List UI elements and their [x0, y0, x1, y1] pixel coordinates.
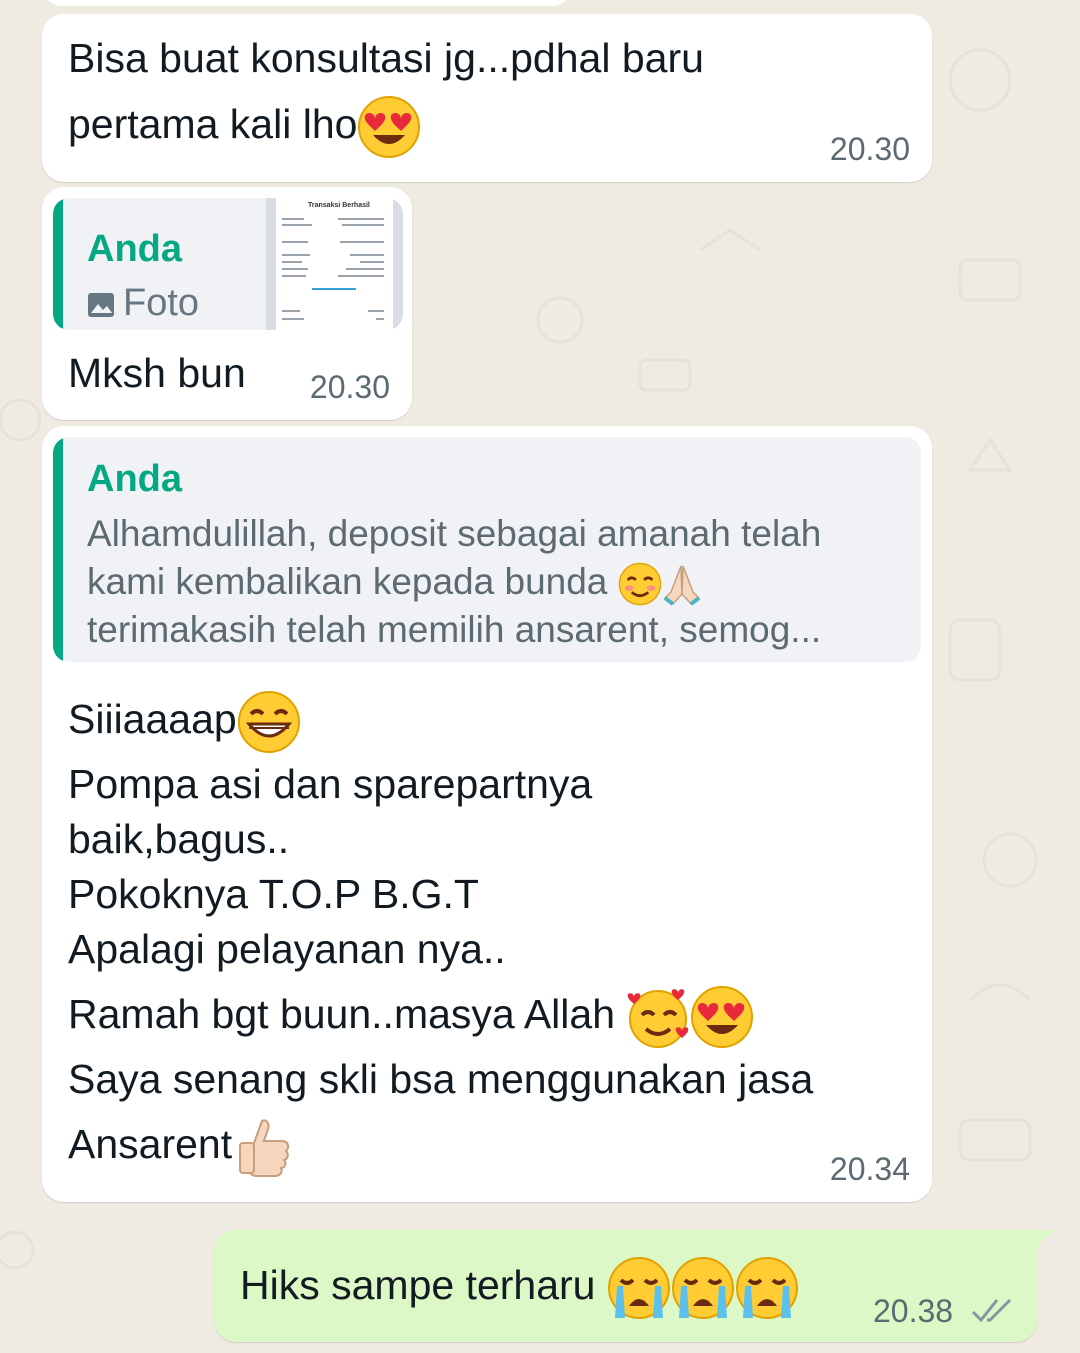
praying-hands-emoji-icon: [663, 565, 700, 606]
crying-emoji-icon: [607, 1257, 670, 1320]
reply-quote[interactable]: Anda Foto Transaksi Berhasil: [53, 198, 403, 330]
reply-accent-bar: [53, 437, 63, 662]
bubble-tail: [1033, 1230, 1055, 1250]
message-line: Bisa buat konsultasi jg...pdhal baru: [68, 35, 704, 81]
smiling-blush-emoji-icon: [618, 562, 661, 606]
reply-text-line: terimakasih telah memilih ansarent, semo…: [87, 609, 822, 650]
message-bubble[interactable]: Bisa buat konsultasi jg...pdhal baru per…: [42, 14, 932, 182]
message-line: Hiks sampe terharu: [240, 1252, 799, 1320]
message-time: 20.38: [873, 1293, 954, 1329]
message-time: 20.30: [309, 369, 390, 405]
message-line-text: Siiiaaaap: [68, 696, 237, 742]
message-line-text: Ramah bgt buun..masya Allah: [68, 991, 615, 1037]
heart-eyes-emoji-icon: [358, 96, 421, 159]
reply-text-line-text: kami kembalikan kepada bunda: [87, 561, 608, 602]
photo-icon: [88, 293, 114, 317]
thumbnail-title: Transaksi Berhasil: [308, 202, 370, 209]
message-bubble[interactable]: Anda Foto Transaksi Berhasil Mksh bun 20…: [42, 187, 412, 420]
crying-emoji-icon: [735, 1257, 798, 1320]
message-line: Saya senang skli bsa menggunakan jasa: [68, 1056, 814, 1102]
message-line: pertama kali lho: [68, 91, 421, 159]
smiling-hearts-emoji-icon: [628, 989, 689, 1049]
heart-eyes-emoji-icon: [691, 986, 754, 1049]
reply-text-line: kami kembalikan kepada bunda: [87, 558, 702, 606]
message-time: 20.30: [829, 131, 910, 167]
previous-message-edge: [42, 0, 572, 6]
message-line-text: Ansarent: [68, 1121, 233, 1167]
message-line: Siiiaaaap: [68, 686, 301, 754]
message-line-text: pertama kali lho: [68, 101, 358, 147]
reply-text-line: Alhamdulillah, deposit sebagai amanah te…: [87, 513, 822, 554]
read-receipt-ticks-icon: [971, 1298, 1012, 1323]
message-line: Ansarent: [68, 1111, 296, 1179]
message-line-text: Hiks sampe terharu: [240, 1262, 596, 1308]
crying-emoji-icon: [671, 1257, 734, 1320]
message-text: Mksh bun: [68, 350, 246, 396]
message-bubble[interactable]: Anda Alhamdulillah, deposit sebagai aman…: [42, 426, 932, 1202]
message-bubble-outgoing[interactable]: Hiks sampe terharu 20.38: [214, 1230, 1055, 1342]
thumbs-up-emoji-icon: [239, 1119, 290, 1178]
reply-author: Anda: [87, 228, 182, 270]
message-time: 20.34: [829, 1151, 910, 1187]
message-line: Ramah bgt buun..masya Allah: [68, 981, 754, 1049]
grinning-emoji-icon: [237, 691, 300, 754]
reply-thumbnail: Transaksi Berhasil: [266, 198, 403, 330]
reply-quote[interactable]: Anda Alhamdulillah, deposit sebagai aman…: [53, 437, 921, 662]
reply-label: Foto: [123, 282, 200, 324]
message-line: Apalagi pelayanan nya..: [68, 926, 506, 972]
reply-author: Anda: [87, 458, 182, 500]
reply-accent-bar: [53, 198, 63, 330]
